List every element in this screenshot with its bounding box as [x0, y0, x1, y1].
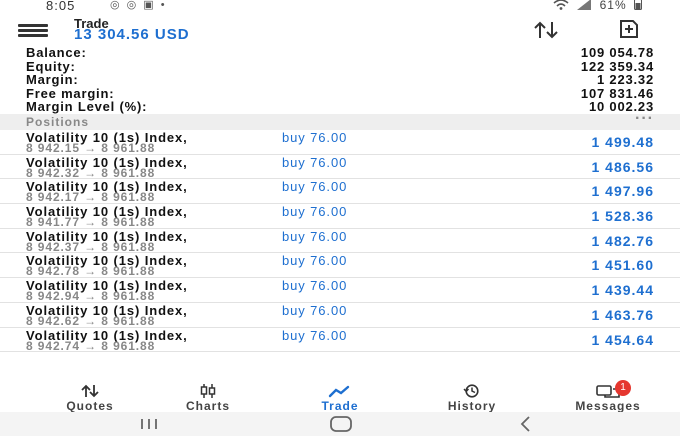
summary-row-free-margin: Free margin: 107 831.46: [0, 86, 680, 101]
summary-row-margin: Margin: 1 223.32: [0, 72, 680, 87]
nav-history[interactable]: History: [422, 382, 522, 413]
trend-line-icon: [328, 385, 350, 398]
nav-trade-label: Trade: [321, 399, 359, 413]
position-prices: 8 942.94 → 8 961.88: [26, 289, 156, 304]
system-navigation-bar: [0, 412, 680, 436]
status-right-cluster: 61%: [553, 0, 642, 12]
position-row[interactable]: Volatility 10 (1s) Index, buy 76.00 8 94…: [0, 179, 680, 204]
position-side: buy 76.00: [282, 130, 348, 145]
position-side: buy 76.00: [282, 228, 348, 244]
nav-history-label: History: [447, 399, 497, 413]
position-row[interactable]: Volatility 10 (1s) Index, buy 76.00 8 94…: [0, 130, 680, 155]
nav-messages-label: Messages: [575, 399, 641, 413]
position-side: buy 76.00: [282, 327, 348, 343]
notification-icons: ◎ ◎ ▣ •: [110, 0, 167, 11]
position-side: buy 76.00: [282, 253, 348, 269]
position-prices: 8 942.37 → 8 961.88: [26, 239, 156, 254]
summary-label: Margin Level (%):: [26, 99, 148, 115]
position-profit: 1 482.76: [591, 232, 654, 249]
recent-apps-icon[interactable]: [136, 414, 162, 434]
home-icon[interactable]: [326, 414, 356, 434]
positions-list: Volatility 10 (1s) Index, buy 76.00 8 94…: [0, 130, 680, 353]
position-row[interactable]: Volatility 10 (1s) Index, buy 76.00 8 94…: [0, 328, 680, 353]
position-profit: 1 439.44: [591, 282, 654, 299]
summary-row-margin-level: Margin Level (%): 10 002.23: [0, 99, 680, 115]
nav-quotes-label: Quotes: [66, 399, 114, 413]
summary-row-balance: Balance: 109 054.78: [0, 45, 680, 60]
summary-row-equity: Equity: 122 359.34: [0, 59, 680, 74]
signal-icon: [577, 0, 592, 10]
positions-label: Positions: [26, 115, 90, 129]
position-row[interactable]: Volatility 10 (1s) Index, buy 76.00 8 94…: [0, 303, 680, 328]
app-header: Trade 13 304.56 USD: [0, 14, 680, 44]
position-side: buy 76.00: [282, 278, 348, 294]
position-side: buy 76.00: [282, 204, 348, 220]
bottom-navigation: Quotes Charts Trade History 1 Messages: [0, 380, 680, 413]
nav-charts[interactable]: Charts: [158, 382, 258, 413]
battery-icon: [634, 0, 642, 10]
position-profit: 1 528.36: [591, 208, 654, 225]
hamburger-menu-icon[interactable]: [18, 24, 48, 37]
account-balance-display: 13 304.56 USD: [74, 26, 190, 43]
position-row[interactable]: Volatility 10 (1s) Index, buy 76.00 8 94…: [0, 155, 680, 180]
positions-section-header: Positions ···: [0, 110, 680, 130]
position-prices: 8 942.62 → 8 961.88: [26, 313, 156, 328]
candlestick-icon: [200, 384, 216, 398]
position-prices: 8 942.74 → 8 961.88: [26, 338, 156, 353]
nav-trade[interactable]: Trade: [290, 382, 390, 413]
position-profit: 1 451.60: [591, 257, 654, 274]
nav-messages[interactable]: 1 Messages: [558, 380, 658, 413]
position-side: buy 76.00: [282, 154, 348, 170]
position-side: buy 76.00: [282, 179, 348, 195]
position-side: buy 76.00: [282, 302, 348, 318]
sort-arrows-icon[interactable]: [532, 20, 560, 40]
position-prices: 8 942.78 → 8 961.88: [26, 264, 156, 279]
position-profit: 1 497.96: [591, 183, 654, 200]
nav-quotes[interactable]: Quotes: [40, 382, 140, 413]
position-profit: 1 463.76: [591, 306, 654, 323]
position-profit: 1 486.56: [591, 158, 654, 175]
wifi-icon: [553, 0, 569, 10]
status-time: 8:05: [46, 0, 76, 13]
messages-badge: 1: [615, 380, 631, 396]
position-prices: 8 942.15 → 8 961.88: [26, 141, 156, 155]
account-summary: Balance: 109 054.78 Equity: 122 359.34 M…: [0, 45, 680, 115]
positions-more-button[interactable]: ···: [635, 110, 654, 128]
position-row[interactable]: Volatility 10 (1s) Index, buy 76.00 8 94…: [0, 229, 680, 254]
position-prices: 8 941.77 → 8 961.88: [26, 215, 156, 230]
position-prices: 8 942.32 → 8 961.88: [26, 165, 156, 180]
position-profit: 1 499.48: [591, 134, 654, 150]
position-row[interactable]: Volatility 10 (1s) Index, buy 76.00 8 94…: [0, 253, 680, 278]
position-row[interactable]: Volatility 10 (1s) Index, buy 76.00 8 94…: [0, 278, 680, 303]
quotes-arrows-icon: [81, 384, 99, 398]
position-profit: 1 454.64: [591, 331, 654, 348]
new-order-icon[interactable]: [618, 18, 640, 40]
back-icon[interactable]: [514, 414, 538, 434]
clock-history-icon: [463, 384, 479, 398]
status-bar: 8:05 ◎ ◎ ▣ • 61%: [0, 0, 680, 14]
position-row[interactable]: Volatility 10 (1s) Index, buy 76.00 8 94…: [0, 204, 680, 229]
position-prices: 8 942.17 → 8 961.88: [26, 190, 156, 205]
battery-percent: 61%: [599, 0, 627, 12]
nav-charts-label: Charts: [185, 399, 230, 413]
